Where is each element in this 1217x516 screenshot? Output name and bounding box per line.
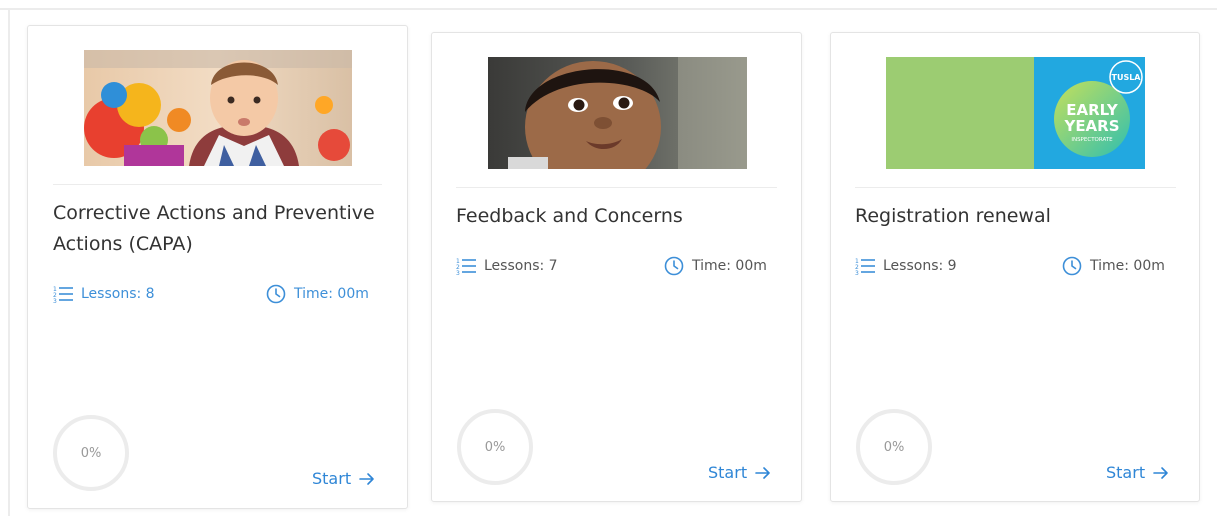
- clock-icon: [1062, 256, 1082, 276]
- time-label: Time: 00m: [1090, 258, 1165, 274]
- clock-icon: [664, 256, 684, 276]
- svg-text:3: 3: [456, 270, 460, 276]
- course-title[interactable]: Registration renewal: [855, 201, 1175, 232]
- course-title[interactable]: Feedback and Concerns: [456, 201, 776, 232]
- top-divider: [0, 8, 1217, 10]
- lessons-count: 1 2 3 Lessons: 9: [855, 256, 957, 276]
- lessons-count: 1 2 3 Lessons: 7: [456, 256, 558, 276]
- card-divider: [855, 187, 1176, 188]
- lessons-label: Lessons: 8: [81, 286, 155, 302]
- list-icon: 1 2 3: [855, 258, 875, 276]
- card-divider: [456, 187, 777, 188]
- time-estimate: Time: 00m: [266, 284, 369, 304]
- banner-line2: YEARS: [1063, 117, 1119, 135]
- start-label: Start: [708, 463, 748, 482]
- start-label: Start: [1106, 463, 1146, 482]
- start-button[interactable]: Start: [312, 469, 375, 488]
- course-card-registration[interactable]: TUSLA EARLY YEARS INSPECTORATE Registrat…: [830, 32, 1200, 502]
- progress-circle: 0%: [457, 409, 533, 485]
- course-card-feedback[interactable]: Feedback and Concerns 1 2 3 Lessons: 7 T…: [431, 32, 802, 502]
- lessons-label: Lessons: 9: [883, 258, 957, 274]
- start-label: Start: [312, 469, 352, 488]
- banner-line3: INSPECTORATE: [1071, 137, 1113, 143]
- svg-text:3: 3: [855, 270, 859, 276]
- time-label: Time: 00m: [294, 286, 369, 302]
- lessons-count: 1 2 3 Lessons: 8: [53, 284, 155, 304]
- tusla-logo-text: TUSLA: [1111, 73, 1141, 82]
- time-estimate: Time: 00m: [1062, 256, 1165, 276]
- progress-circle: 0%: [53, 415, 129, 491]
- course-card-capa[interactable]: Corrective Actions and Preventive Action…: [27, 25, 408, 509]
- course-image-tusla-banner[interactable]: TUSLA EARLY YEARS INSPECTORATE: [886, 57, 1145, 169]
- start-button[interactable]: Start: [708, 463, 771, 482]
- lessons-label: Lessons: 7: [484, 258, 558, 274]
- svg-text:3: 3: [53, 298, 57, 304]
- clock-icon: [266, 284, 286, 304]
- progress-circle: 0%: [856, 409, 932, 485]
- course-title[interactable]: Corrective Actions and Preventive Action…: [53, 198, 383, 260]
- left-divider: [8, 8, 10, 516]
- time-estimate: Time: 00m: [664, 256, 767, 276]
- time-label: Time: 00m: [692, 258, 767, 274]
- start-button[interactable]: Start: [1106, 463, 1169, 482]
- list-icon: 1 2 3: [53, 286, 73, 304]
- arrow-right-icon: [755, 466, 770, 479]
- course-image-baby-toys[interactable]: [84, 50, 352, 166]
- list-icon: 1 2 3: [456, 258, 476, 276]
- course-image-baby-face[interactable]: [488, 57, 747, 169]
- card-divider: [53, 184, 382, 185]
- arrow-right-icon: [359, 472, 374, 485]
- arrow-right-icon: [1153, 466, 1168, 479]
